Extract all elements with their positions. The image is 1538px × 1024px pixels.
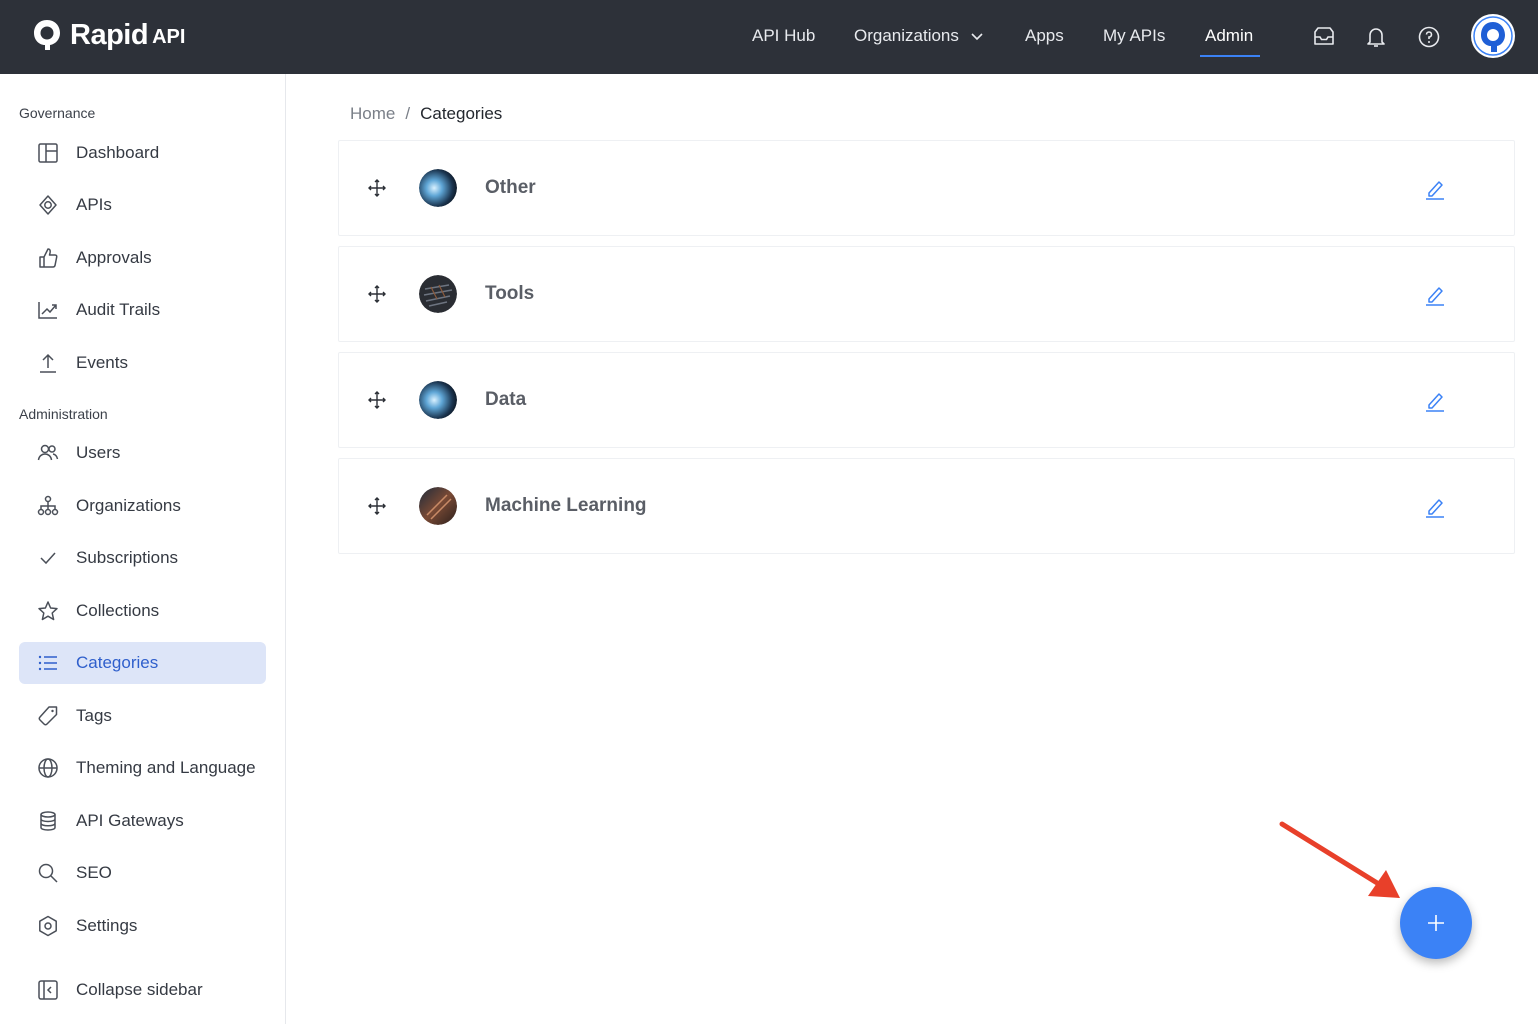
sidebar-item-approvals[interactable]: Approvals: [19, 237, 266, 279]
sidebar-item-dashboard[interactable]: Dashboard: [19, 132, 266, 174]
breadcrumb: Home / Categories: [350, 104, 502, 124]
api-icon: [37, 194, 59, 216]
category-image: [419, 381, 457, 419]
nav-admin[interactable]: Admin: [1205, 26, 1253, 46]
edit-icon[interactable]: [1425, 284, 1445, 306]
avatar-logo-icon: [1473, 16, 1513, 56]
category-row: Machine Learning: [338, 458, 1515, 554]
thumbs-up-icon: [37, 247, 59, 269]
sidebar-item-label: Tags: [76, 706, 112, 725]
chevron-down-icon: [971, 32, 983, 40]
category-name: Machine Learning: [485, 495, 647, 516]
sidebar-item-label: API Gateways: [76, 811, 184, 830]
category-name: Tools: [485, 283, 535, 304]
tag-icon: [37, 705, 59, 727]
collapse-sidebar-button[interactable]: Collapse sidebar: [19, 969, 266, 1011]
drag-handle-icon[interactable]: [367, 496, 387, 516]
sidebar-item-label: Subscriptions: [76, 548, 179, 567]
sidebar-item-api-gateways[interactable]: API Gateways: [19, 800, 266, 842]
drag-handle-icon[interactable]: [367, 178, 387, 198]
sidebar-item-tags[interactable]: Tags: [19, 695, 266, 737]
nav-active-indicator: [1200, 55, 1260, 57]
inbox-icon[interactable]: [1312, 25, 1336, 49]
sidebar-item-settings[interactable]: Settings: [19, 905, 266, 947]
sidebar-item-organizations[interactable]: Organizations: [19, 485, 266, 527]
breadcrumb-home[interactable]: Home: [350, 104, 395, 124]
sidebar-item-events[interactable]: Events: [19, 342, 266, 384]
annotation-arrow-icon: [1279, 821, 1400, 898]
list-icon: [37, 652, 59, 674]
users-icon: [37, 442, 59, 464]
breadcrumb-separator: /: [405, 104, 411, 123]
brand-suffix: API: [152, 25, 186, 48]
plus-icon: [1428, 915, 1444, 931]
sidebar-item-label: Audit Trails: [76, 300, 161, 319]
sidebar-item-apis[interactable]: APIs: [19, 184, 266, 226]
edit-icon[interactable]: [1425, 390, 1445, 412]
nav-my-apis[interactable]: My APIs: [1103, 26, 1165, 46]
user-avatar[interactable]: [1471, 14, 1515, 58]
sidebar-item-label: Categories: [76, 653, 159, 672]
sidebar-item-label: Users: [76, 443, 121, 462]
drag-handle-icon[interactable]: [367, 390, 387, 410]
category-row: Data: [338, 352, 1515, 448]
sidebar-item-label: Theming and Language: [76, 758, 256, 777]
collapse-sidebar-icon: [37, 979, 59, 1001]
sidebar-item-label: Events: [76, 353, 128, 372]
sidebar-item-label: Collections: [76, 601, 160, 620]
check-icon: [37, 547, 59, 569]
nav-organizations-label: Organizations: [854, 26, 959, 45]
sidebar-item-label: SEO: [76, 863, 112, 882]
sidebar: Governance Dashboard APIs Approvals Audi…: [0, 74, 286, 1024]
section-administration: Administration: [19, 406, 108, 422]
nav-api-hub[interactable]: API Hub: [752, 26, 815, 46]
category-row: Other: [338, 140, 1515, 236]
nav-organizations[interactable]: Organizations: [854, 26, 984, 46]
edit-icon[interactable]: [1425, 178, 1445, 200]
sidebar-item-collections[interactable]: Collections: [19, 590, 266, 632]
globe-icon: [37, 757, 59, 779]
category-image: [419, 275, 457, 313]
category-image: [419, 169, 457, 207]
drag-handle-icon[interactable]: [367, 284, 387, 304]
sidebar-item-subscriptions[interactable]: Subscriptions: [19, 537, 266, 579]
sidebar-item-users[interactable]: Users: [19, 432, 266, 474]
sidebar-item-categories[interactable]: Categories: [19, 642, 266, 684]
nav-apps[interactable]: Apps: [1025, 26, 1064, 46]
sidebar-item-audit-trails[interactable]: Audit Trails: [19, 289, 266, 331]
sidebar-item-label: Organizations: [76, 496, 181, 515]
sidebar-item-theming[interactable]: Theming and Language: [19, 747, 266, 789]
sidebar-item-seo[interactable]: SEO: [19, 852, 266, 894]
top-navbar: Rapid API API Hub Organizations Apps My …: [0, 0, 1538, 74]
section-governance: Governance: [19, 105, 96, 121]
org-tree-icon: [37, 495, 59, 517]
category-name: Data: [485, 389, 527, 410]
category-image: [419, 487, 457, 525]
brand-name: Rapid: [70, 18, 149, 51]
breadcrumb-current: Categories: [420, 104, 503, 123]
rapidapi-logo-icon: [34, 20, 60, 50]
sidebar-item-label: Approvals: [76, 248, 152, 267]
add-category-button[interactable]: [1400, 887, 1472, 959]
help-icon[interactable]: [1417, 25, 1441, 49]
bell-icon[interactable]: [1364, 25, 1388, 49]
edit-icon[interactable]: [1425, 496, 1445, 518]
database-icon: [37, 810, 59, 832]
star-icon: [37, 600, 59, 622]
category-name: Other: [485, 177, 536, 198]
dashboard-icon: [37, 142, 59, 164]
settings-icon: [37, 915, 59, 937]
upload-icon: [37, 352, 59, 374]
sidebar-item-label: Settings: [76, 916, 138, 935]
chart-line-icon: [37, 299, 59, 321]
sidebar-item-label: APIs: [76, 195, 112, 214]
sidebar-item-label: Dashboard: [76, 143, 160, 162]
rapidapi-logo[interactable]: Rapid API: [32, 18, 185, 52]
collapse-sidebar-label: Collapse sidebar: [76, 980, 203, 999]
search-icon: [37, 862, 59, 884]
category-row: Tools: [338, 246, 1515, 342]
